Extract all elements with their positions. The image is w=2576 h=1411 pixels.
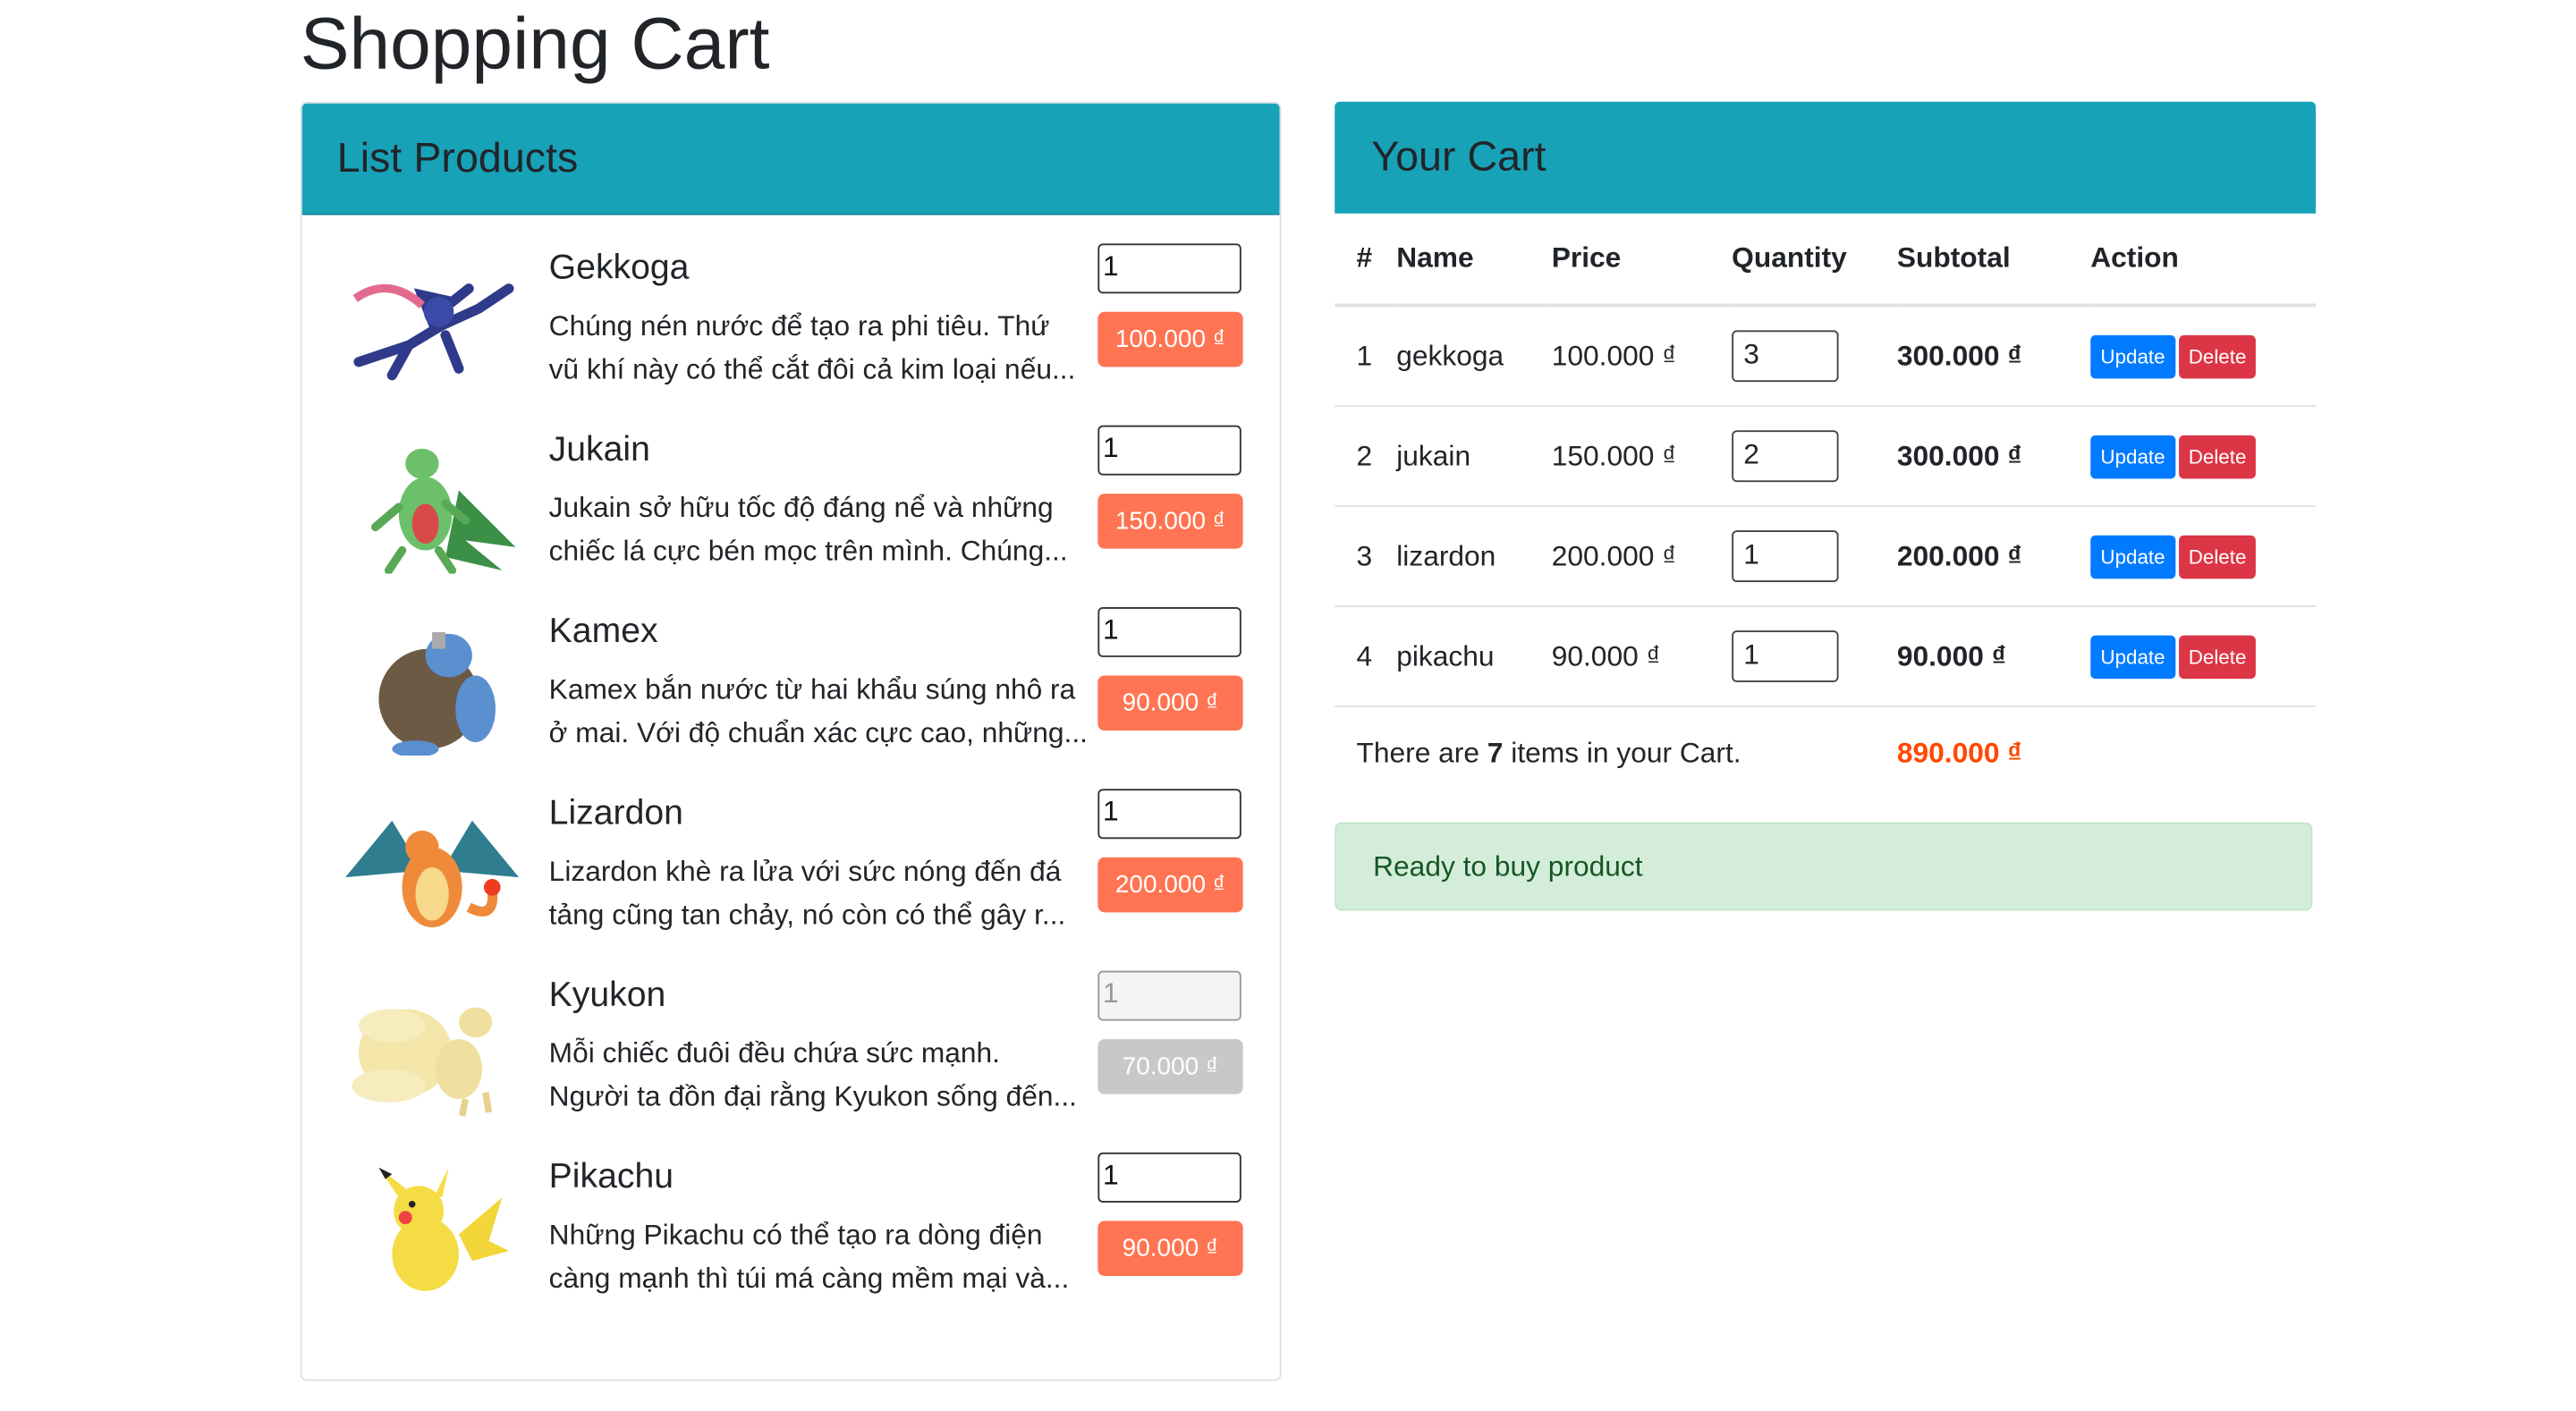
cart-total: 890.000 ₫ xyxy=(1896,736,2022,768)
product-name: Kyukon xyxy=(548,976,666,1015)
gekkoga-image xyxy=(352,283,514,381)
cart-table-header: # Name Price Quantity Subtotal Action xyxy=(1335,213,2317,308)
update-button[interactable]: Update xyxy=(2090,334,2175,378)
product-name: Gekkoga xyxy=(548,248,690,287)
table-row: 2 jukain 150.000 ₫ 2 300.000 ₫ Update Del… xyxy=(1335,406,2317,508)
product-name: Lizardon xyxy=(548,793,683,832)
product-description: Những Pikachu có thể tạo ra dòng điện cà… xyxy=(548,1219,1070,1295)
row-price: 100.000 ₫ xyxy=(1551,305,1733,408)
row-number: 3 xyxy=(1335,506,1397,607)
column-header-number: # xyxy=(1335,213,1397,308)
row-name: gekkoga xyxy=(1396,305,1552,408)
products-panel-title: List Products xyxy=(336,134,579,182)
table-row: 3 lizardon 200.000 ₫ 1 200.000 ₫ Update D… xyxy=(1335,506,2317,607)
kyukon-image xyxy=(352,1007,493,1117)
row-subtotal: 300.000 ₫ xyxy=(1896,406,2091,508)
cart-summary-row: There are 7 items in your Cart. 890.000 … xyxy=(1335,706,2316,799)
add-to-cart-price-button[interactable]: 200.000 ₫ xyxy=(1097,857,1243,913)
product-item: Kamex Kamex bắn nước từ hai khẩu súng nh… xyxy=(302,606,1280,794)
product-item: Pikachu Những Pikachu có thể tạo ra dòng… xyxy=(302,1152,1280,1339)
table-row: 4 pikachu 90.000 ₫ 1 90.000 ₫ Update Dele… xyxy=(1335,606,2317,707)
products-panel: List Products Gekkoga Chúng nén nước để … xyxy=(300,101,1282,1381)
product-description: Chúng nén nước để tạo ra phi tiêu. Thứ v… xyxy=(548,309,1076,385)
product-item: Lizardon Lizardon khè ra lửa với sức nón… xyxy=(302,789,1280,976)
row-name: pikachu xyxy=(1396,606,1552,707)
cart-panel-header: Your Cart xyxy=(1335,101,2317,214)
jukain-image xyxy=(371,448,516,574)
product-quantity-input[interactable]: 1 xyxy=(1097,425,1241,476)
add-to-cart-price-button: 70.000 ₫ xyxy=(1097,1039,1243,1094)
row-price: 90.000 ₫ xyxy=(1551,606,1733,707)
lizardon-image xyxy=(345,820,520,928)
column-header-quantity: Quantity xyxy=(1732,213,1897,308)
table-row: 1 gekkoga 100.000 ₫ 3 300.000 ₫ Update De… xyxy=(1335,305,2317,408)
row-number: 1 xyxy=(1335,305,1397,408)
add-to-cart-price-button[interactable]: 100.000 ₫ xyxy=(1097,311,1243,368)
add-to-cart-price-button[interactable]: 90.000 ₫ xyxy=(1097,675,1243,731)
column-header-action: Action xyxy=(2090,213,2317,308)
delete-button[interactable]: Delete xyxy=(2178,634,2257,679)
product-quantity-input: 1 xyxy=(1097,970,1241,1021)
column-header-subtotal: Subtotal xyxy=(1896,213,2091,308)
update-button[interactable]: Update xyxy=(2090,534,2175,579)
cart-item-count: 7 xyxy=(1487,736,1504,768)
product-description: Jukain sở hữu tốc độ đáng nể và những ch… xyxy=(548,492,1068,568)
status-alert-text: Ready to buy product xyxy=(1373,849,1643,882)
row-subtotal: 200.000 ₫ xyxy=(1896,506,2091,607)
cart-quantity-input[interactable]: 2 xyxy=(1732,430,1839,483)
add-to-cart-price-button[interactable]: 150.000 ₫ xyxy=(1097,494,1243,549)
cart-summary-text: There are 7 items in your Cart. xyxy=(1356,736,1741,768)
product-description: Lizardon khè ra lửa với sức nóng đến đá … xyxy=(548,855,1066,931)
update-button[interactable]: Update xyxy=(2090,634,2175,679)
row-number: 2 xyxy=(1335,406,1397,508)
delete-button[interactable]: Delete xyxy=(2178,534,2257,579)
cart-quantity-input[interactable]: 3 xyxy=(1732,330,1839,383)
pikachu-image xyxy=(378,1167,509,1291)
delete-button[interactable]: Delete xyxy=(2178,434,2257,478)
row-name: lizardon xyxy=(1396,506,1552,607)
product-name: Jukain xyxy=(548,430,650,469)
kamex-image xyxy=(378,631,496,756)
status-alert: Ready to buy product xyxy=(1335,822,2313,911)
row-price: 150.000 ₫ xyxy=(1551,406,1733,508)
row-subtotal: 300.000 ₫ xyxy=(1896,305,2091,408)
cart-quantity-input[interactable]: 1 xyxy=(1732,530,1839,582)
product-quantity-input[interactable]: 1 xyxy=(1097,606,1241,657)
product-quantity-input[interactable]: 1 xyxy=(1097,789,1241,840)
add-to-cart-price-button[interactable]: 90.000 ₫ xyxy=(1097,1221,1243,1276)
update-button[interactable]: Update xyxy=(2090,434,2175,478)
cart-quantity-input[interactable]: 1 xyxy=(1732,630,1839,682)
row-name: jukain xyxy=(1396,406,1552,508)
cart-table: # Name Price Quantity Subtotal Action 1 … xyxy=(1335,213,2317,799)
product-list: Gekkoga Chúng nén nước để tạo ra phi tiê… xyxy=(302,243,1280,1339)
product-quantity-input[interactable]: 1 xyxy=(1097,1152,1241,1203)
row-number: 4 xyxy=(1335,606,1397,707)
row-price: 200.000 ₫ xyxy=(1551,506,1733,607)
delete-button[interactable]: Delete xyxy=(2178,334,2257,378)
row-subtotal: 90.000 ₫ xyxy=(1896,606,2091,707)
product-name: Pikachu xyxy=(548,1157,674,1196)
product-description: Mỗi chiếc đuôi đều chứa sức mạnh. Người … xyxy=(548,1037,1077,1113)
product-item: Kyukon Mỗi chiếc đuôi đều chứa sức mạnh.… xyxy=(302,970,1280,1157)
cart-panel-title: Your Cart xyxy=(1371,133,1546,181)
product-quantity-input[interactable]: 1 xyxy=(1097,243,1241,294)
product-item: Gekkoga Chúng nén nước để tạo ra phi tiê… xyxy=(302,243,1280,430)
page-title: Shopping Cart xyxy=(300,3,770,86)
column-header-name: Name xyxy=(1396,213,1552,308)
product-name: Kamex xyxy=(548,612,658,651)
product-description: Kamex bắn nước từ hai khẩu súng nhô ra ở… xyxy=(548,673,1088,749)
column-header-price: Price xyxy=(1551,213,1733,308)
product-item: Jukain Jukain sở hữu tốc độ đáng nể và n… xyxy=(302,425,1280,612)
products-panel-header: List Products xyxy=(301,103,1280,215)
